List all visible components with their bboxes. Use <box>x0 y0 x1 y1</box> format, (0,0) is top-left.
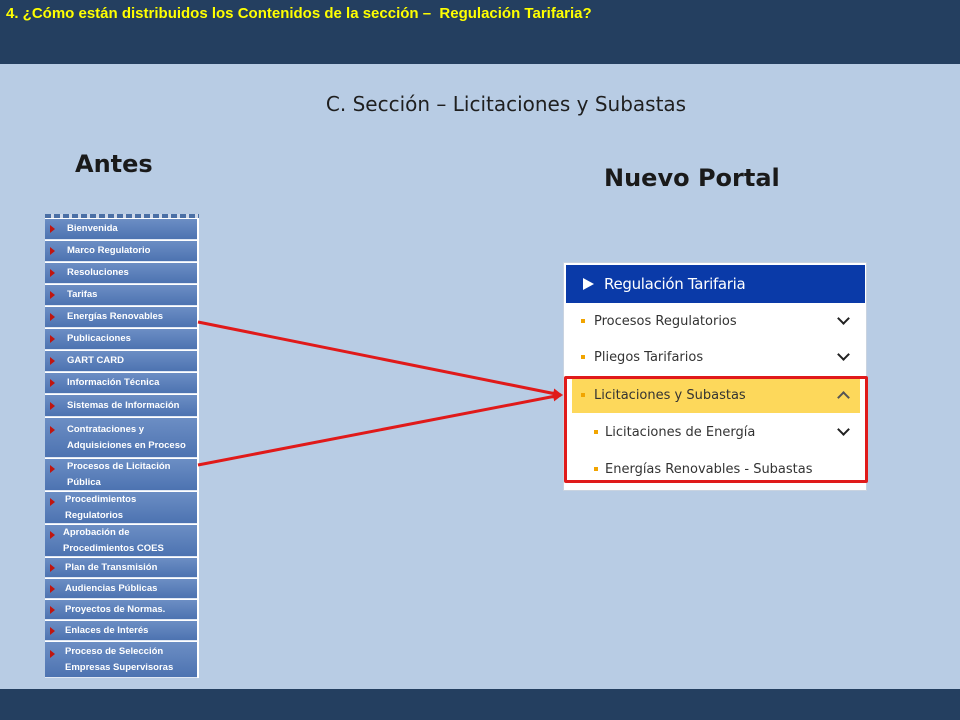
connector-arrows <box>197 320 563 467</box>
arrow-from-procesos-de-licitacion <box>197 391 563 467</box>
bottom-bar <box>0 689 960 720</box>
arrow-from-energias-renovables <box>197 320 563 399</box>
